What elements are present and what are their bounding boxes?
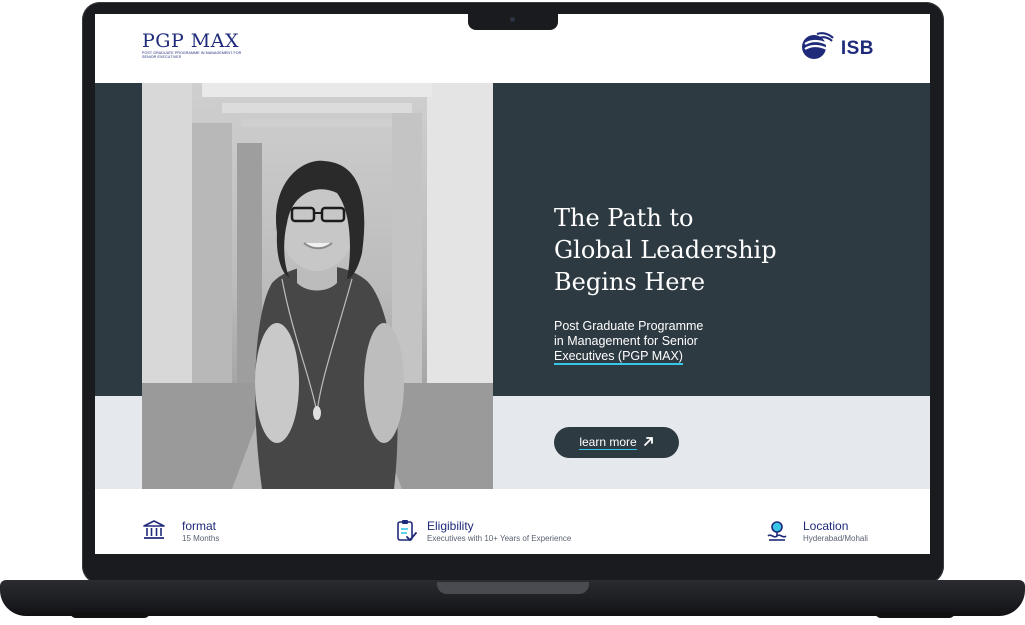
- institution-logo-text: ISB: [840, 37, 874, 59]
- institution-icon: [142, 519, 166, 546]
- clipboard-check-icon: [395, 519, 417, 548]
- arrow-up-right-icon: [643, 436, 654, 450]
- info-item-location: Location Hyderabad/Mohali: [765, 519, 868, 548]
- hero-subtitle-line: in Management for Senior: [554, 334, 698, 348]
- info-item-eligibility: Eligibility Executives with 10+ Years of…: [395, 519, 571, 548]
- camera-notch: [468, 14, 558, 30]
- institution-logo[interactable]: ISB: [801, 31, 874, 66]
- hero-portrait-image: [142, 83, 493, 489]
- laptop-hinge: [437, 582, 589, 594]
- learn-more-button[interactable]: learn more: [554, 427, 679, 458]
- info-title: format: [182, 519, 217, 533]
- info-value: 15 Months: [182, 534, 220, 543]
- program-logo-tagline: Post Graduate Programme in Management fo…: [142, 51, 242, 59]
- hero-title-line: The Path to: [554, 204, 694, 232]
- laptop-foot-left: [70, 612, 150, 618]
- learn-more-label: learn more: [579, 435, 637, 450]
- laptop-foot-right: [875, 612, 955, 618]
- hero-subtitle: Post Graduate Programme in Management fo…: [554, 319, 734, 365]
- info-value: Executives with 10+ Years of Experience: [427, 534, 572, 543]
- camera-icon: [510, 17, 515, 22]
- hero-title: The Path to Global Leadership Begins Her…: [554, 202, 804, 298]
- browser-viewport: PGP MAX Post Graduate Programme in Manag…: [95, 14, 930, 554]
- info-title: Eligibility: [427, 519, 474, 533]
- hero-title-line: Begins Here: [554, 268, 706, 296]
- info-value: Hyderabad/Mohali: [803, 534, 868, 543]
- program-logo[interactable]: PGP MAX Post Graduate Programme in Manag…: [142, 31, 242, 59]
- hero-subtitle-line: Executives (PGP MAX): [554, 349, 683, 365]
- info-item-format: format 15 Months: [142, 519, 219, 546]
- info-title: Location: [803, 519, 849, 533]
- hero-title-line: Global Leadership: [554, 236, 777, 264]
- hero-subtitle-line: Post Graduate Programme: [554, 319, 704, 333]
- isb-wave-icon: [801, 31, 835, 66]
- location-pin-icon: [765, 519, 789, 548]
- programme-info-bar: format 15 Months Eligibility Executives …: [95, 489, 930, 554]
- program-logo-text: PGP MAX: [142, 30, 239, 52]
